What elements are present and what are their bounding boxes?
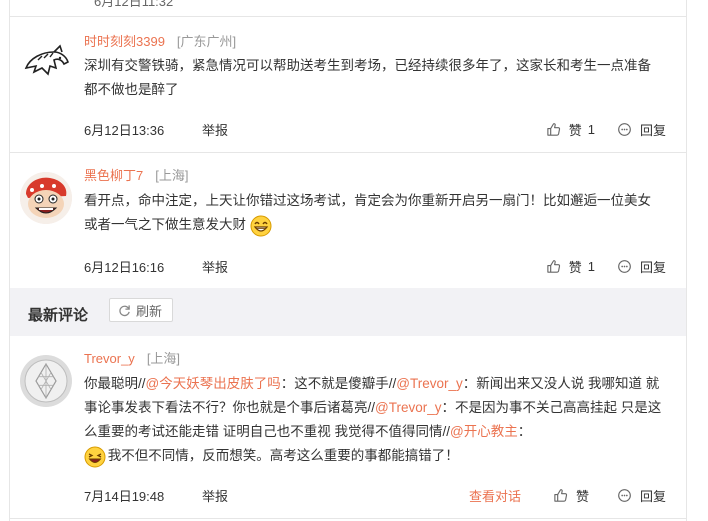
- comment-text-segment: 你最聪明//: [84, 376, 146, 391]
- comment-actions: 赞 1 回复: [530, 257, 666, 276]
- report-link[interactable]: 举报: [202, 257, 228, 276]
- view-conversation-link[interactable]: 查看对话: [469, 486, 521, 505]
- diamond-pattern-avatar-icon: [20, 355, 72, 407]
- report-link[interactable]: 举报: [202, 486, 228, 505]
- reply-label: 回复: [639, 123, 666, 138]
- comment-text-tail: 我不但不同情，反而想笑。高考这么重要的事都能搞错了！: [104, 448, 459, 463]
- comment-author[interactable]: 时时刻刻3399 [广东广州]: [84, 31, 236, 50]
- mention-link[interactable]: @开心教主: [450, 424, 518, 439]
- reply-button[interactable]: 回复: [617, 486, 666, 505]
- comment-author[interactable]: 黑色柳丁7 [上海]: [84, 165, 188, 184]
- username-link[interactable]: Trevor_y: [84, 351, 135, 366]
- reply-bubble-icon: [618, 489, 631, 502]
- comment-text-segment: ：这不就是傻瓣手//: [280, 376, 397, 391]
- report-link[interactable]: 举报: [202, 120, 228, 139]
- comment-actions: 赞 1 回复: [530, 120, 666, 139]
- comment-text: 你最聪明//@今天妖琴出皮肤了吗：这不就是傻瓣手//@Trevor_y：新闻出来…: [84, 372, 668, 468]
- mention-link[interactable]: @Trevor_y: [375, 400, 441, 415]
- reply-label: 回复: [639, 489, 666, 504]
- divider: [10, 152, 686, 153]
- refresh-button[interactable]: 刷新: [109, 298, 174, 322]
- comment-text: 深圳有交警铁骑，紧急情况可以帮助送考生到考场，已经持续很多年了，这家长和考生一点…: [84, 58, 651, 97]
- user-location: [上海]: [146, 351, 181, 366]
- comment-time: 6月12日13:36: [84, 123, 165, 138]
- comment-text: 看开点，命中注定，上天让你错过这场考试，肯定会为你重新开启另一扇门！比如邂逅一位…: [84, 189, 664, 237]
- section-title: 最新评论: [28, 307, 89, 324]
- mention-link[interactable]: @今天妖琴出皮肤了吗: [146, 376, 281, 391]
- comment-actions: 查看对话 赞 回复: [469, 486, 666, 505]
- like-label: 赞: [575, 489, 589, 504]
- comment-text-segment: ：: [517, 424, 532, 439]
- comment-time: 7月14日19:48: [84, 489, 165, 504]
- like-label: 赞: [568, 123, 582, 138]
- comment-text-body: 看开点，命中注定，上天让你错过这场考试，肯定会为你重新开启另一扇门！比如邂逅一位…: [84, 193, 651, 232]
- like-count: 1: [587, 122, 595, 137]
- user-location: [广东广州]: [176, 34, 237, 49]
- comment-meta: 6月12日13:36 举报 赞 1 回复: [84, 120, 666, 140]
- reply-bubble-icon: [618, 260, 631, 273]
- divider: [10, 16, 686, 17]
- reply-button[interactable]: 回复: [617, 257, 666, 276]
- reply-bubble-icon: [618, 123, 631, 136]
- previous-comment-time: 6月12日11:32: [94, 0, 174, 9]
- mention-link[interactable]: @Trevor_y: [396, 376, 462, 391]
- like-count: 1: [587, 259, 595, 274]
- avatar[interactable]: [20, 38, 72, 90]
- user-location: [上海]: [155, 168, 189, 183]
- grin-emoji-icon: [250, 215, 272, 237]
- refresh-icon: [119, 304, 130, 316]
- latest-comments-header: 最新评论 刷新: [10, 288, 686, 336]
- comment-time: 6月12日16:16: [84, 260, 165, 275]
- thumbs-up-icon: [554, 489, 568, 502]
- cartoon-face-avatar-icon: [20, 172, 72, 224]
- refresh-label: 刷新: [136, 303, 163, 319]
- thumbs-up-icon: [547, 123, 560, 136]
- comment-meta: 7月14日19:48 举报 查看对话 赞 回复: [84, 486, 666, 506]
- username-link[interactable]: 时时刻刻3399: [84, 34, 165, 49]
- avatar[interactable]: [20, 355, 72, 407]
- reply-label: 回复: [639, 260, 666, 275]
- like-label: 赞: [568, 260, 582, 275]
- username-link[interactable]: 黑色柳丁7: [84, 168, 143, 183]
- comment-author[interactable]: Trevor_y [上海]: [84, 348, 180, 367]
- horse-sketch-avatar-icon: [24, 44, 69, 76]
- laugh-emoji-icon: [84, 446, 106, 468]
- reply-button[interactable]: 回复: [617, 120, 666, 139]
- thumbs-up-icon: [547, 260, 560, 273]
- like-button[interactable]: 赞 1: [546, 120, 595, 139]
- like-button[interactable]: 赞: [553, 486, 589, 505]
- like-button[interactable]: 赞 1: [546, 257, 595, 276]
- divider: [10, 518, 686, 519]
- comment-meta: 6月12日16:16 举报 赞 1 回复: [84, 257, 666, 277]
- avatar[interactable]: [20, 172, 72, 224]
